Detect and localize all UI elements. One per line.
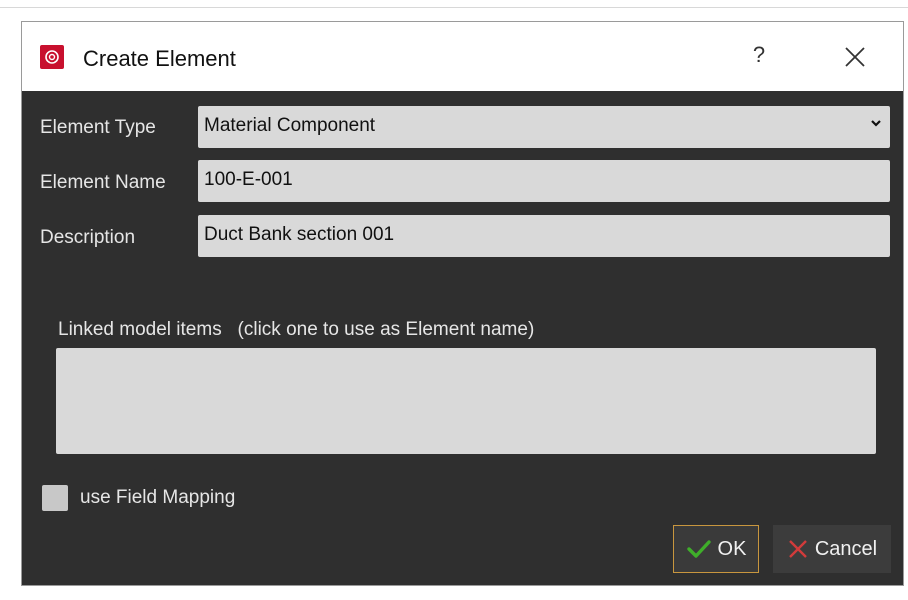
field-mapping-checkbox[interactable] xyxy=(42,485,68,511)
ok-button[interactable]: OK xyxy=(673,525,759,573)
cancel-label: Cancel xyxy=(814,537,878,560)
element-type-select[interactable]: Material Component xyxy=(198,106,890,148)
ok-label: OK xyxy=(717,537,747,560)
description-field[interactable]: Duct Bank section 001 xyxy=(198,215,890,257)
element-type-value: Material Component xyxy=(204,115,376,136)
field-mapping-label: use Field Mapping xyxy=(80,487,236,508)
cancel-button[interactable]: Cancel xyxy=(773,525,891,573)
linked-items-label: Linked model items (click one to use as … xyxy=(58,319,535,340)
close-icon xyxy=(845,47,865,67)
close-button[interactable] xyxy=(838,40,872,74)
check-icon xyxy=(686,540,711,558)
element-type-label: Element Type xyxy=(40,117,156,138)
x-icon xyxy=(789,540,807,558)
title-bar: Create Element ? xyxy=(22,22,903,91)
element-name-value: 100-E-001 xyxy=(204,169,293,190)
dialog-title: Create Element xyxy=(83,46,236,71)
create-element-dialog: Create Element ? Element Type Material C… xyxy=(21,21,904,586)
element-name-field[interactable]: 100-E-001 xyxy=(198,160,890,202)
linked-items-list[interactable] xyxy=(56,348,876,454)
description-label: Description xyxy=(40,227,136,248)
chevron-down-icon xyxy=(871,120,881,127)
help-button[interactable]: ? xyxy=(744,38,774,72)
description-value: Duct Bank section 001 xyxy=(204,224,395,245)
element-name-label: Element Name xyxy=(40,172,166,193)
app-logo-icon xyxy=(40,45,64,69)
window-edge xyxy=(0,7,908,8)
